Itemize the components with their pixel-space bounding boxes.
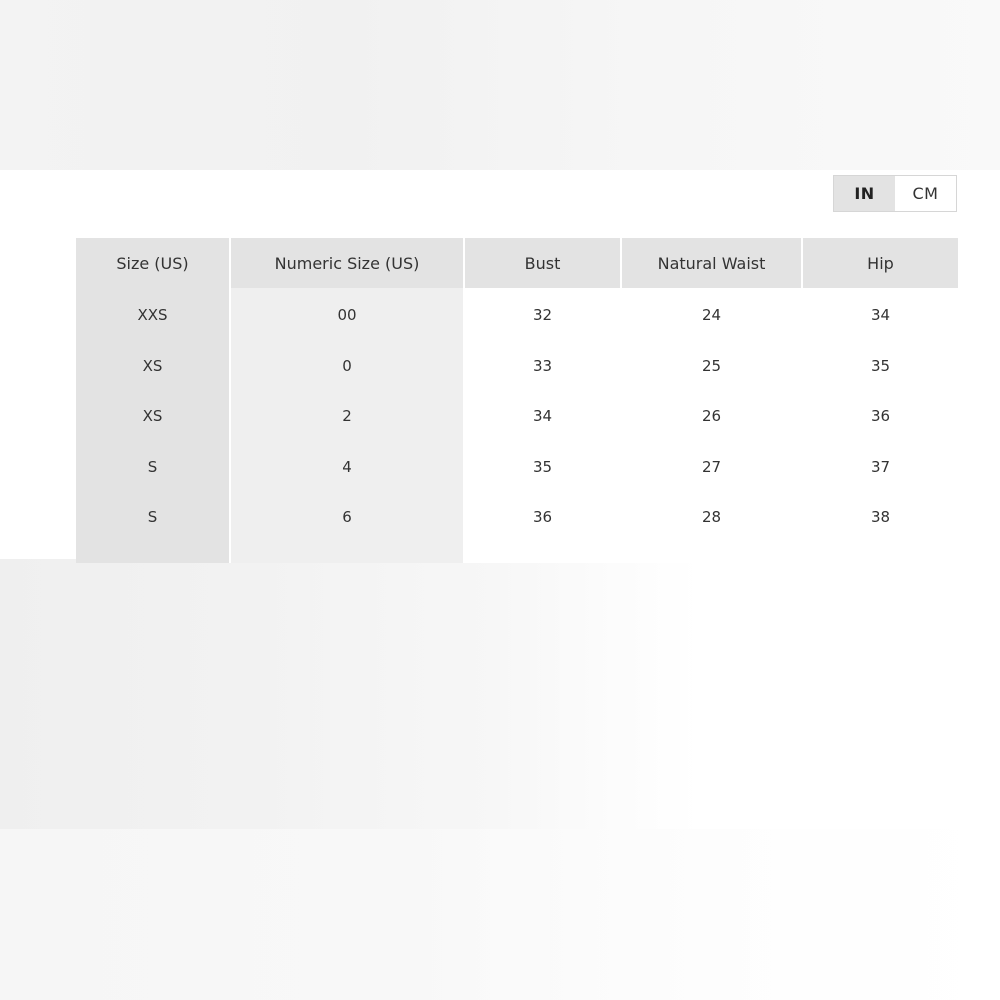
cell-natural-waist: 28 bbox=[622, 492, 803, 543]
cell-numeric-size: 0 bbox=[231, 340, 465, 391]
cell-bust: 33 bbox=[465, 340, 622, 391]
cell-natural-waist: 26 bbox=[622, 391, 803, 442]
cell-numeric-size: 2 bbox=[231, 391, 465, 442]
cell-size: XS bbox=[76, 391, 231, 442]
cell-bust: 36 bbox=[465, 492, 622, 543]
cell-plain-spacer bbox=[622, 542, 803, 563]
header-natural-waist: Natural Waist bbox=[622, 238, 803, 288]
table-row: S 6 36 28 38 bbox=[76, 492, 958, 543]
cell-hip: 37 bbox=[803, 441, 958, 492]
background-bottom-band bbox=[0, 829, 1000, 1000]
background-lower-band bbox=[0, 559, 1000, 829]
table-row: S 4 35 27 37 bbox=[76, 441, 958, 492]
cell-size-spacer bbox=[76, 542, 231, 563]
cell-hip: 38 bbox=[803, 492, 958, 543]
table-bottom-spacer bbox=[76, 542, 958, 563]
unit-toggle: IN CM bbox=[833, 175, 957, 212]
table-row: XS 0 33 25 35 bbox=[76, 340, 958, 391]
table-row: XS 2 34 26 36 bbox=[76, 391, 958, 442]
cell-hip: 36 bbox=[803, 391, 958, 442]
cell-numeric-size: 00 bbox=[231, 288, 465, 341]
unit-inches-button[interactable]: IN bbox=[834, 176, 895, 211]
cell-numeric-size: 4 bbox=[231, 441, 465, 492]
cell-plain-spacer bbox=[465, 542, 622, 563]
cell-plain-spacer bbox=[803, 542, 958, 563]
cell-numeric-size: 6 bbox=[231, 492, 465, 543]
cell-size: XS bbox=[76, 340, 231, 391]
cell-hip: 35 bbox=[803, 340, 958, 391]
unit-centimeters-button[interactable]: CM bbox=[895, 176, 956, 211]
cell-natural-waist: 24 bbox=[622, 288, 803, 341]
cell-size: XXS bbox=[76, 288, 231, 341]
cell-numeric-spacer bbox=[231, 542, 465, 563]
header-bust: Bust bbox=[465, 238, 622, 288]
cell-bust: 34 bbox=[465, 391, 622, 442]
header-hip: Hip bbox=[803, 238, 958, 288]
cell-natural-waist: 27 bbox=[622, 441, 803, 492]
cell-bust: 32 bbox=[465, 288, 622, 341]
header-size-us: Size (US) bbox=[76, 238, 231, 288]
table-row: XXS 00 32 24 34 bbox=[76, 288, 958, 341]
header-numeric-size-us: Numeric Size (US) bbox=[231, 238, 465, 288]
background-top-band bbox=[0, 0, 1000, 170]
cell-size: S bbox=[76, 492, 231, 543]
cell-size: S bbox=[76, 441, 231, 492]
table-header-row: Size (US) Numeric Size (US) Bust Natural… bbox=[76, 238, 958, 288]
cell-bust: 35 bbox=[465, 441, 622, 492]
cell-natural-waist: 25 bbox=[622, 340, 803, 391]
cell-hip: 34 bbox=[803, 288, 958, 341]
size-chart-table: Size (US) Numeric Size (US) Bust Natural… bbox=[76, 238, 958, 563]
